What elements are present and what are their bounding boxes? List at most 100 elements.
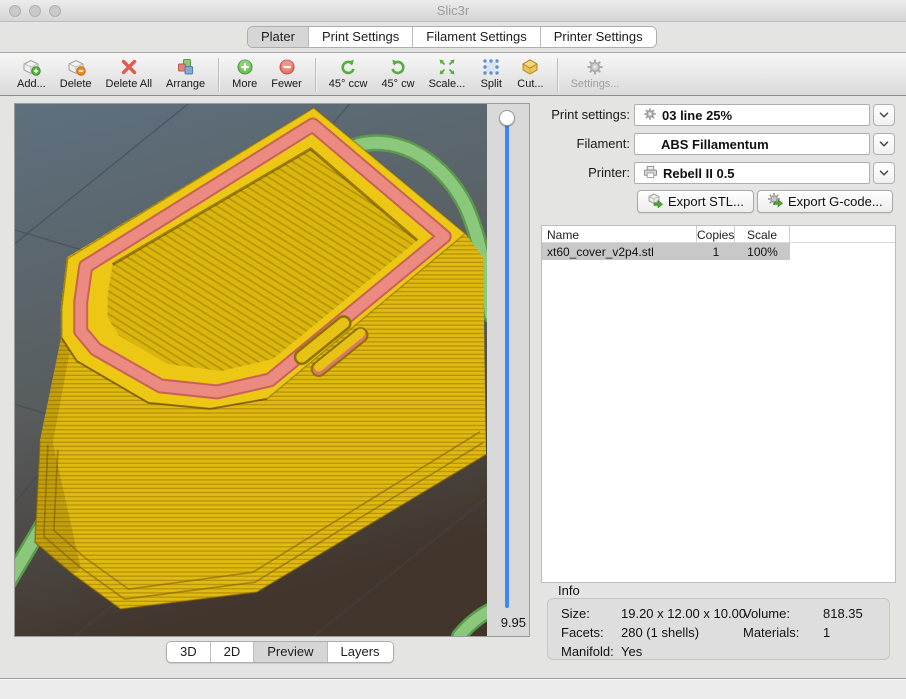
more-button[interactable]: More [225, 56, 264, 91]
delete-button[interactable]: Delete [53, 56, 99, 91]
toolbar-label: Settings... [571, 78, 620, 90]
view-tab-3d[interactable]: 3D [167, 642, 211, 662]
toolbar-label: Scale... [429, 78, 466, 90]
export-gcode-icon [767, 192, 783, 211]
size-value: 19.20 x 12.00 x 10.00 [621, 606, 746, 621]
split-button[interactable]: Split [472, 56, 510, 91]
toolbar-separator [315, 58, 316, 92]
materials-value: 1 [823, 625, 830, 640]
column-header-name[interactable]: Name [542, 226, 697, 242]
object-copies-cell: 1 [697, 243, 735, 260]
title-bar: Slic3r [0, 0, 906, 22]
size-label: Size: [561, 606, 590, 621]
toolbar-label: Delete All [106, 78, 152, 90]
filament-dropdown-button[interactable] [873, 133, 895, 155]
cut-button[interactable]: Cut... [510, 56, 550, 91]
toolbar-label: Arrange [166, 78, 205, 90]
info-section-title: Info [558, 583, 580, 598]
manifold-label: Manifold: [561, 644, 614, 659]
scale-arrows-icon [437, 57, 457, 77]
scale-button[interactable]: Scale... [422, 56, 473, 91]
filament-combo[interactable]: ABS Fillamentum [634, 133, 870, 155]
table-header: Name Copies Scale [542, 226, 895, 243]
printer-label: Printer: [540, 162, 630, 184]
materials-label: Materials: [743, 625, 799, 640]
toolbar-separator [557, 58, 558, 92]
tab-filament-settings[interactable]: Filament Settings [413, 27, 540, 47]
cut-box-icon [520, 57, 540, 77]
toolbar-label: 45° ccw [329, 78, 368, 90]
rotate-ccw-icon [338, 57, 358, 77]
export-stl-label: Export STL... [668, 194, 744, 209]
chevron-down-icon [877, 137, 891, 151]
gear-icon [643, 107, 657, 124]
arrange-cubes-icon [176, 57, 196, 77]
printer-combo[interactable]: Rebell II 0.5 [634, 162, 870, 184]
fewer-minus-icon [277, 57, 297, 77]
export-gcode-label: Export G-code... [788, 194, 883, 209]
arrange-button[interactable]: Arrange [159, 56, 212, 91]
fewer-button[interactable]: Fewer [264, 56, 309, 91]
plater-toolbar: Add... Delete Delete All Arrange More Fe… [0, 52, 906, 96]
toolbar-separator [218, 58, 219, 92]
manifold-value: Yes [621, 644, 642, 659]
toolbar-label: Fewer [271, 78, 302, 90]
toolbar-label: Delete [60, 78, 92, 90]
layer-slider-value: 9.95 [501, 615, 526, 630]
preview-3d-canvas[interactable] [15, 104, 487, 636]
tab-print-settings[interactable]: Print Settings [309, 27, 413, 47]
print-settings-label: Print settings: [540, 104, 630, 126]
toolbar-label: Add... [17, 78, 46, 90]
print-settings-dropdown-button[interactable] [873, 104, 895, 126]
main-tab-bar: Plater Print Settings Filament Settings … [247, 26, 657, 48]
add-box-icon [21, 57, 41, 77]
rotate-cw-button[interactable]: 45° cw [374, 56, 421, 91]
object-scale-cell: 100% [735, 243, 790, 260]
delete-all-button[interactable]: Delete All [99, 56, 159, 91]
tab-printer-settings[interactable]: Printer Settings [541, 27, 656, 47]
view-tab-2d[interactable]: 2D [211, 642, 255, 662]
table-row[interactable]: xt60_cover_v2p4.stl 1 100% [542, 243, 895, 260]
printer-dropdown-button[interactable] [873, 162, 895, 184]
info-panel: Size: 19.20 x 12.00 x 10.00 Volume: 818.… [547, 598, 890, 660]
object-name-cell: xt60_cover_v2p4.stl [542, 243, 697, 260]
plater-viewport-panel: 9.95 [14, 103, 530, 637]
window-title: Slic3r [0, 3, 906, 18]
facets-label: Facets: [561, 625, 604, 640]
column-header-copies[interactable]: Copies [697, 226, 735, 242]
chevron-down-icon [877, 108, 891, 122]
print-settings-combo[interactable]: 03 line 25% [634, 104, 870, 126]
object-settings-button[interactable]: Settings... [564, 56, 627, 91]
toolbar-label: Split [481, 78, 502, 90]
more-plus-icon [235, 57, 255, 77]
print-settings-value: 03 line 25% [662, 108, 732, 123]
volume-label: Volume: [743, 606, 790, 621]
toolbar-label: 45° cw [381, 78, 414, 90]
layer-slider: 9.95 [487, 104, 529, 636]
view-tab-layers[interactable]: Layers [328, 642, 393, 662]
layer-slider-track[interactable] [505, 120, 509, 608]
printer-value: Rebell II 0.5 [663, 166, 735, 181]
toolbar-label: More [232, 78, 257, 90]
settings-gear-icon [585, 57, 605, 77]
export-stl-button[interactable]: Export STL... [637, 190, 754, 213]
tab-plater[interactable]: Plater [248, 27, 309, 47]
printer-icon [643, 165, 658, 182]
filament-value: ABS Fillamentum [661, 137, 769, 152]
add-button[interactable]: Add... [10, 56, 53, 91]
layer-slider-knob[interactable] [499, 110, 515, 126]
view-tab-preview[interactable]: Preview [254, 642, 327, 662]
filament-label: Filament: [540, 133, 630, 155]
object-list-table: Name Copies Scale xt60_cover_v2p4.stl 1 … [541, 225, 896, 583]
split-cube-icon [481, 57, 501, 77]
export-gcode-button[interactable]: Export G-code... [757, 190, 893, 213]
chevron-down-icon [877, 166, 891, 180]
delete-box-icon [66, 57, 86, 77]
facets-value: 280 (1 shells) [621, 625, 699, 640]
column-header-scale[interactable]: Scale [735, 226, 790, 242]
toolbar-label: Cut... [517, 78, 543, 90]
rotate-ccw-button[interactable]: 45° ccw [322, 56, 375, 91]
bottom-divider [0, 678, 906, 699]
view-mode-tabs: 3D 2D Preview Layers [166, 641, 394, 663]
delete-all-icon [119, 57, 139, 77]
